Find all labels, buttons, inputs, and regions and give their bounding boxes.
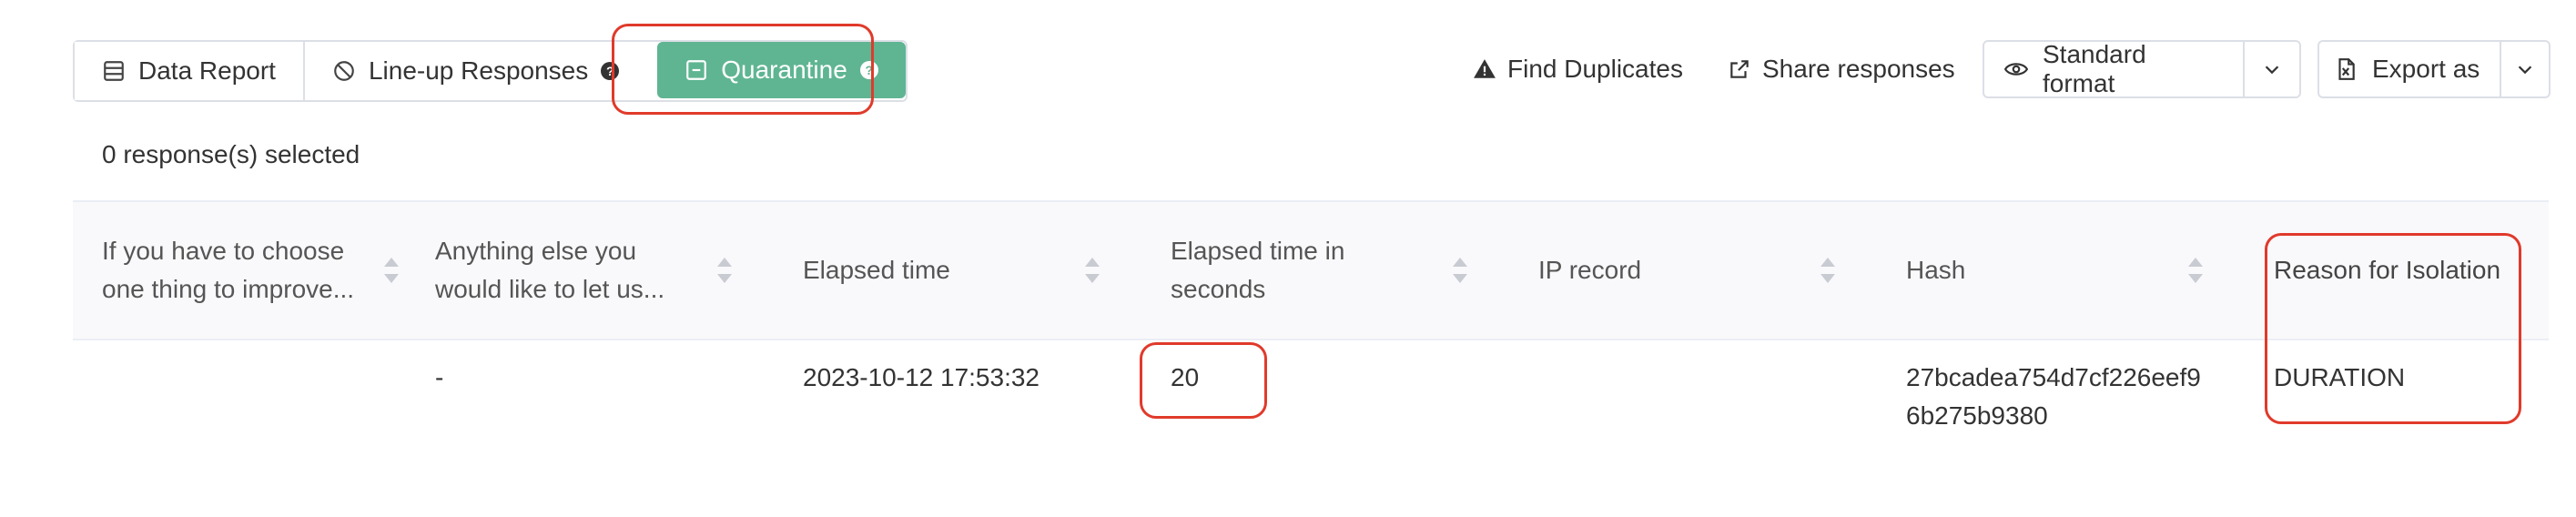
find-duplicates-button[interactable]: Find Duplicates [1473, 40, 1683, 98]
column-header-label: Anything else you would like to let us..… [435, 237, 665, 303]
ban-icon [334, 61, 354, 81]
tab-data-report[interactable]: Data Report [75, 42, 303, 100]
column-header[interactable]: Elapsed time in seconds [1171, 202, 1398, 339]
table-row[interactable]: - 2023-10-12 17:53:32 20 27bcadea754d7cf… [73, 339, 2549, 448]
format-select[interactable]: Standard format [1983, 40, 2301, 98]
column-header[interactable]: Anything else you would like to let us..… [435, 202, 699, 339]
column-header-label: Elapsed time [803, 256, 950, 284]
export-dropdown-toggle[interactable] [2500, 42, 2549, 96]
column-header[interactable]: Reason for Isolation [2274, 202, 2547, 339]
share-responses-label: Share responses [1762, 55, 1955, 83]
warning-icon [1474, 59, 1496, 78]
help-icon[interactable]: ? [859, 61, 878, 79]
tab-line-up-responses[interactable]: Line-up Responses ? [302, 42, 647, 100]
tab-label: Quarantine [721, 56, 847, 84]
sort-icon[interactable] [1453, 258, 1467, 283]
column-header-label: If you have to choose one thing to impro… [102, 237, 355, 303]
column-header-label: Elapsed time in seconds [1171, 237, 1345, 303]
share-responses-button[interactable]: Share responses [1728, 40, 1955, 98]
column-header[interactable]: IP record [1538, 202, 1811, 339]
chevron-down-icon [2265, 66, 2279, 75]
help-icon[interactable]: ? [601, 62, 620, 80]
table-header: If you have to choose one thing to impro… [73, 200, 2549, 340]
table-cell: DURATION [2274, 363, 2406, 391]
column-header-label: Hash [1906, 256, 1966, 284]
sort-icon[interactable] [1820, 258, 1835, 283]
table-icon [104, 61, 124, 81]
eye-icon [2004, 63, 2028, 76]
sort-icon[interactable] [384, 258, 399, 283]
sort-icon[interactable] [2188, 258, 2203, 283]
excel-file-icon [2338, 58, 2355, 80]
view-tab-group: Data Report Line-up Responses ? Quaranti… [73, 40, 908, 102]
table-cell: 2023-10-12 17:53:32 [803, 363, 1040, 391]
export-select[interactable]: Export as [2317, 40, 2551, 98]
format-label: Standard format [2043, 40, 2146, 97]
column-header[interactable]: If you have to choose one thing to impro… [102, 202, 375, 339]
external-link-icon [1730, 60, 1749, 78]
tab-label: Data Report [138, 56, 276, 85]
minus-square-icon [686, 60, 707, 80]
format-dropdown-toggle[interactable] [2243, 42, 2299, 96]
column-header-label: IP record [1538, 256, 1642, 284]
find-duplicates-label: Find Duplicates [1507, 55, 1683, 83]
tab-label: Line-up Responses [368, 56, 589, 85]
table-cell: - [435, 363, 444, 391]
column-header[interactable]: Hash [1906, 202, 2179, 339]
chevron-down-icon [2518, 66, 2532, 75]
selection-count: 0 response(s) selected [102, 140, 360, 168]
table-cell: 27bcadea754d7cf226eef96b275b9380 [1906, 363, 2201, 430]
tab-quarantine[interactable]: Quarantine ? [657, 42, 906, 98]
sort-icon[interactable] [1085, 258, 1100, 283]
column-header-label: Reason for Isolation [2274, 256, 2501, 284]
export-label: Export as [2372, 55, 2480, 83]
table-cell: 20 [1171, 363, 1200, 391]
column-header[interactable]: Elapsed time [803, 202, 1076, 339]
sort-icon[interactable] [717, 258, 732, 283]
